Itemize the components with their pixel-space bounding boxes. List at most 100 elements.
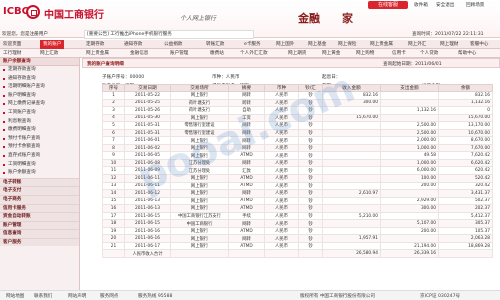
table-cell: 2,063.28 — [438, 234, 493, 243]
table-cell: 荷叶塘支行 — [170, 106, 229, 115]
sidebar-category[interactable]: 电子支付 — [0, 186, 79, 195]
nav-foreign[interactable]: 网上国外 — [276, 40, 294, 49]
nav2-icbc-finance[interactable]: 工行理财 — [3, 49, 21, 58]
nav2-payment[interactable]: 缴费站 — [210, 49, 224, 58]
online-service-button[interactable]: 在线客服 — [368, 1, 408, 9]
sidebar-category[interactable]: 客户服务 — [0, 237, 79, 247]
footer-statement[interactable]: 网站声明 — [68, 293, 86, 299]
sidebar-category[interactable]: 电子商务 — [0, 194, 79, 204]
footer-contact[interactable]: 联系我们 — [34, 293, 52, 299]
table-cell: 2011-05-26 — [124, 106, 171, 115]
scene-link[interactable]: 回顾场景 — [466, 2, 484, 8]
table-cell: ATMD — [228, 174, 265, 183]
table-cell: 人民币收入合计 — [124, 249, 171, 259]
table-cell: 2,000.00 — [380, 136, 439, 145]
table-cell: 2011-06-13 — [124, 204, 171, 213]
sidebar-item[interactable]: 缴费明细查询 — [0, 126, 79, 135]
table-cell: 6,620.42 — [438, 158, 493, 168]
table-cell: 网上银行 — [170, 91, 229, 100]
footer-outlets[interactable]: 服务网点 — [100, 293, 118, 299]
table-cell: 网上银行 — [170, 226, 229, 236]
table-cell — [380, 91, 439, 100]
sidebar-item[interactable]: 网上缴费记录查询 — [0, 100, 79, 109]
table-cell: 人民币 — [264, 113, 299, 123]
sidebar: 账户余额查询 定期存款查询 通知存款查询 活期明细账户查询 账户明细查询 网上缴… — [0, 58, 80, 290]
table-cell: 钞 — [298, 113, 323, 123]
table-cell: 零售银行室建设 — [170, 121, 229, 130]
table-cell: 人民币 — [264, 196, 299, 206]
table-row: 人民币收入合计 26,580.94 26,339.16 — [102, 249, 493, 259]
sidebar-item[interactable]: 工资账户查询 — [0, 109, 79, 118]
nav2-remit[interactable]: 网上汇款 — [40, 49, 58, 58]
nav-forex[interactable]: 网上外汇 — [408, 40, 426, 49]
nav-my-account[interactable]: 我的账户 — [40, 40, 65, 49]
nav2-loan[interactable]: 个人贷款 — [420, 49, 438, 58]
table-cell: 202.37 — [438, 204, 493, 213]
table-cell: 3 — [102, 106, 125, 115]
table-cell: 网转 — [228, 219, 265, 228]
sidebar-header[interactable]: 账户余额查询 — [0, 58, 79, 66]
table-cell: 2011-06-09 — [124, 166, 171, 175]
nav-finance[interactable]: 网上理财 — [440, 40, 458, 49]
table-cell: 300.00 — [380, 204, 439, 213]
table-cell: 5,210.00 — [322, 211, 381, 221]
nav2-gold[interactable]: 网上黄金 — [322, 49, 340, 58]
nav-service[interactable]: 客服中心 — [470, 40, 488, 49]
table-cell: 网上银行 — [170, 136, 229, 145]
table-cell: 502.37 — [438, 196, 493, 206]
nav2-credit-card[interactable]: 信用卡 — [392, 49, 406, 58]
nav-welcome[interactable]: 欢迎页面 — [3, 40, 21, 49]
table-cell: 网上银行 — [170, 143, 229, 153]
nav2-metal[interactable]: 网上贵金属 — [86, 49, 109, 58]
table-cell: 2011-05-31 — [124, 128, 171, 138]
nav2-info[interactable]: 金融信息 — [130, 49, 148, 58]
sidebar-item[interactable]: 直存式账户查询 — [0, 152, 79, 161]
table-header-row: 序号 交易日期 交易场所 摘要 币种 钞/汇 收入金额 支出金额 余额 — [102, 84, 493, 92]
nav2-shopping[interactable]: 网上购物 — [356, 49, 374, 58]
nav-fund[interactable]: 网上基金 — [308, 40, 326, 49]
notice-ticker[interactable]: [重要公告] 工行推出iPhone手机银行服务 — [84, 30, 254, 39]
main-nav-row-2: 工行理财 网上汇款 网上贵金属 金融信息 账户管理 缴费站 个人外汇汇款 网上期… — [0, 49, 500, 58]
nav-donation[interactable]: 公益捐款 — [164, 40, 182, 49]
nav2-fx-remit[interactable]: 个人外汇汇款 — [240, 49, 268, 58]
nav-fixed-deposit[interactable]: 定期存款 — [86, 40, 104, 49]
sidebar-item[interactable]: 定期存款查询 — [0, 66, 79, 75]
nav-metal[interactable]: 网上贵金属 — [370, 40, 393, 49]
sidebar-item[interactable]: 工资明细查询 — [0, 161, 79, 170]
table-cell: 2011-06-15 — [124, 211, 171, 221]
table-cell: 人民币 — [264, 158, 299, 168]
table-row: 21 2011-06-17 网上银行 ATMD 人民币钞 21,194.00 18,869.… — [102, 241, 493, 251]
table-cell: 2 — [102, 98, 125, 108]
site-slogan: 个人网上银行 — [180, 15, 217, 22]
table-cell — [322, 136, 381, 145]
nav2-futures[interactable]: 网上期货 — [288, 49, 306, 58]
table-cell: 15 — [102, 196, 125, 206]
sidebar-item[interactable]: 利息税查询 — [0, 118, 79, 127]
sidebar-category[interactable]: 电子转账 — [0, 177, 79, 187]
table-cell: 人民币 — [264, 106, 299, 115]
table-cell: 2011-06-15 — [124, 219, 171, 228]
table-row: 20 2011-06-16 网上银行 网转 人民币钞 1,957.91 2,063.28 — [102, 234, 493, 243]
sidebar-item[interactable]: 活期明细账户查询 — [0, 83, 79, 92]
sidebar-category[interactable]: 资金自动转账 — [0, 212, 79, 221]
sidebar-category[interactable]: 信用卡服务 — [0, 203, 79, 213]
table-cell: 钞 — [298, 241, 323, 251]
sidebar-item[interactable]: 通知存款查询 — [0, 75, 79, 84]
nav-ecard[interactable]: e卡服务 — [244, 40, 261, 49]
table-row: 6 2011-05-31 零售银行室建设 网转 人民币钞 2,500.00 10,670.0… — [102, 128, 493, 138]
nav2-help[interactable]: 帮助中心 — [458, 49, 476, 58]
sidebar-item[interactable]: 预付卡余额查询 — [0, 143, 79, 152]
nav-transfer[interactable]: 转账汇款 — [206, 40, 224, 49]
nav-notice-deposit[interactable]: 通知存款 — [124, 40, 142, 49]
sidebar-item[interactable]: 账户余额查询 — [0, 169, 79, 178]
sidebar-category[interactable]: 信息查询 — [0, 229, 79, 238]
nav2-account-mgmt[interactable]: 账户管理 — [170, 49, 188, 58]
sidebar-item[interactable]: 预付卡账户查询 — [0, 135, 79, 144]
logout-link[interactable]: 安全退出 — [436, 2, 454, 8]
sidebar-category[interactable]: 账户管理 — [0, 220, 79, 230]
inbox-link[interactable]: 收件箱 — [414, 2, 428, 8]
sidebar-item[interactable]: 账户明细查询 — [0, 92, 79, 101]
nav-insurance[interactable]: 网上保险 — [338, 40, 356, 49]
footer-sitemap[interactable]: 网站地图 — [6, 293, 24, 299]
table-cell: 2011-05-31 — [124, 121, 171, 130]
